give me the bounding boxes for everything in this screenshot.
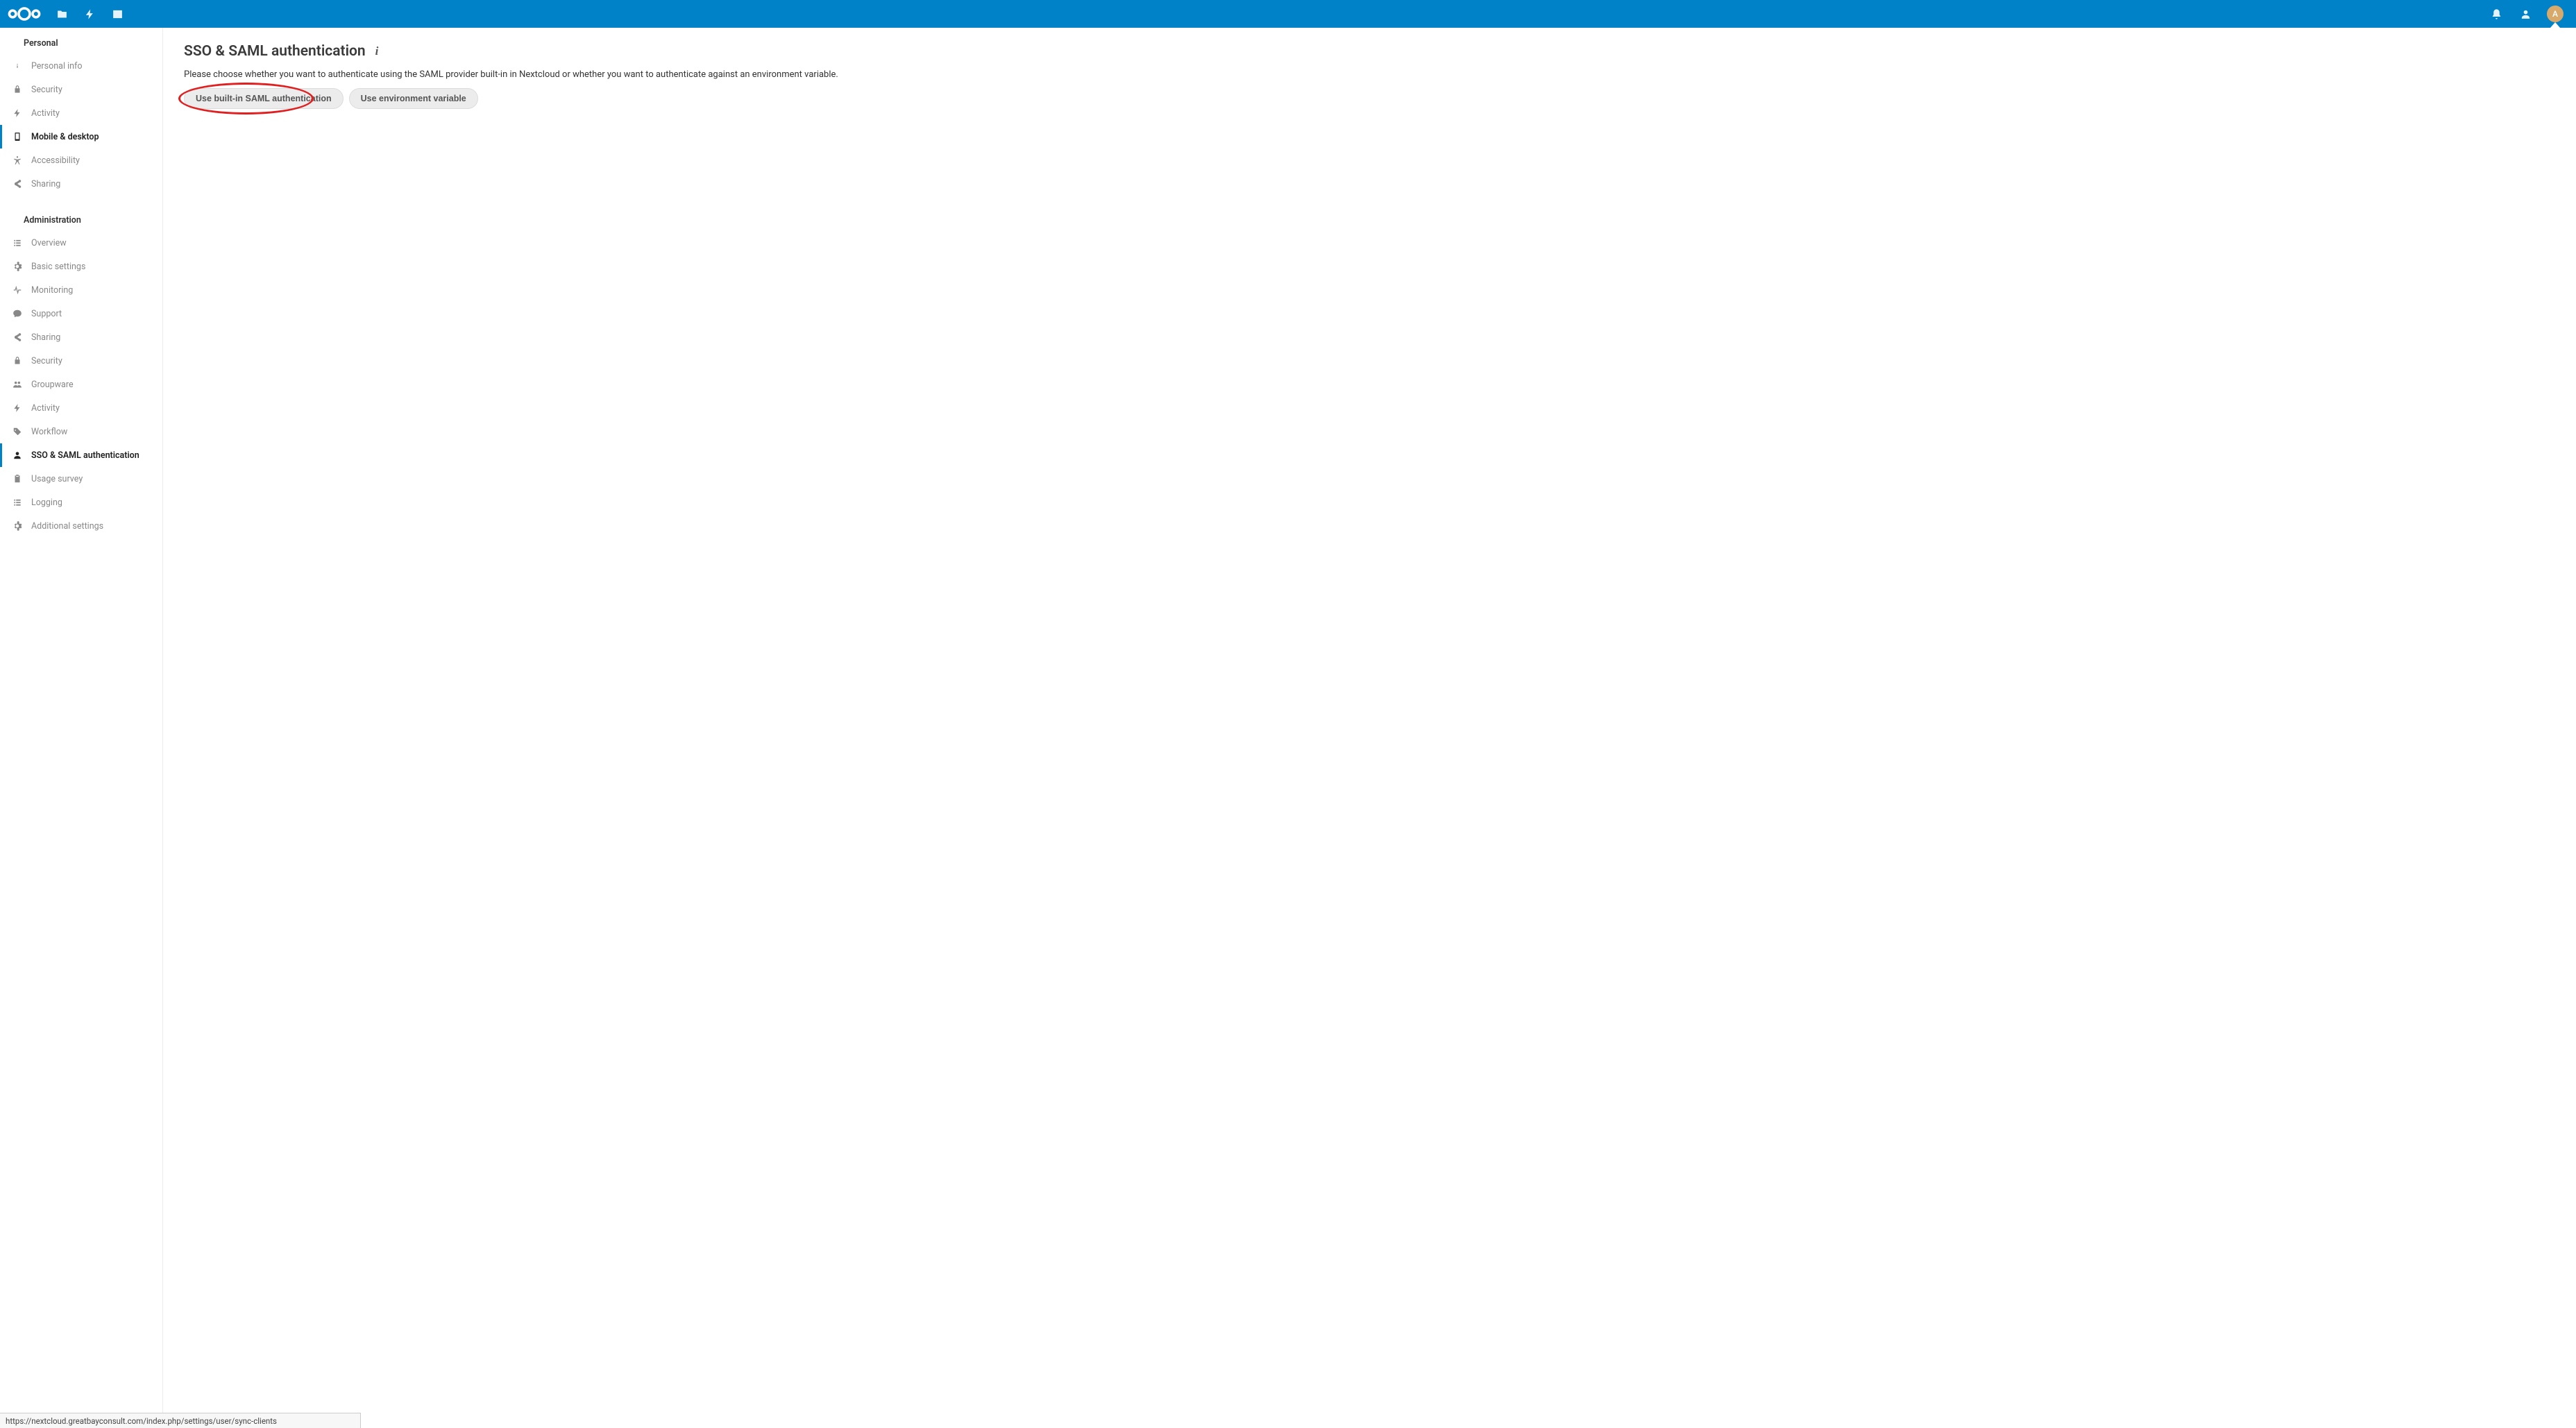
- sidebar-admin-activity[interactable]: Activity: [0, 396, 162, 420]
- content: SSO & SAML authentication i Please choos…: [163, 28, 2576, 1413]
- pulse-icon: [12, 284, 23, 296]
- sidebar-personal-sharing[interactable]: Sharing: [0, 172, 162, 196]
- sidebar-item-label: Sharing: [31, 179, 60, 189]
- sidebar-item-label: Accessibility: [31, 155, 80, 166]
- sidebar-item-label: Workflow: [31, 427, 67, 437]
- sidebar-item-label: Security: [31, 85, 62, 95]
- list-icon: [12, 497, 23, 508]
- phone-icon: [12, 131, 23, 142]
- info-icon[interactable]: i: [375, 44, 379, 58]
- sidebar-admin-additional-settings[interactable]: Additional settings: [0, 514, 162, 538]
- bolt-icon: [12, 402, 23, 414]
- sidebar-admin-sharing[interactable]: Sharing: [0, 325, 162, 349]
- sidebar-admin-groupware[interactable]: Groupware: [0, 373, 162, 396]
- use-env-variable-button[interactable]: Use environment variable: [349, 88, 478, 109]
- accessibility-icon: [12, 155, 23, 166]
- sidebar-item-label: Groupware: [31, 380, 74, 390]
- sidebar-admin-workflow[interactable]: Workflow: [0, 420, 162, 443]
- use-builtin-saml-button[interactable]: Use built-in SAML authentication: [184, 88, 344, 109]
- sidebar-item-label: Personal info: [31, 61, 83, 71]
- tag-icon: [12, 426, 23, 437]
- gear-icon: [12, 261, 23, 272]
- sidebar-item-label: Logging: [31, 498, 62, 508]
- sidebar-item-label: Mobile & desktop: [31, 132, 99, 142]
- sidebar-admin-basic-settings[interactable]: Basic settings: [0, 255, 162, 278]
- sidebar-personal-accessibility[interactable]: Accessibility: [0, 148, 162, 172]
- nextcloud-logo[interactable]: [7, 6, 42, 22]
- lock-icon: [12, 355, 23, 366]
- list-icon: [12, 237, 23, 248]
- lock-icon: [12, 84, 23, 95]
- clipboard-icon: [12, 473, 23, 484]
- sidebar-item-label: Support: [31, 309, 62, 319]
- contacts-icon[interactable]: [2518, 6, 2533, 22]
- main-layout: Personal Personal info Security Activity Mo…: [0, 28, 2576, 1413]
- sidebar-personal-activity[interactable]: Activity: [0, 101, 162, 125]
- sidebar-item-label: Monitoring: [31, 285, 73, 296]
- sidebar-spacer: [0, 196, 162, 208]
- notifications-icon[interactable]: [2489, 6, 2504, 22]
- sidebar: Personal Personal info Security Activity Mo…: [0, 28, 163, 1413]
- sidebar-admin-security[interactable]: Security: [0, 349, 162, 373]
- sidebar-admin-logging[interactable]: Logging: [0, 491, 162, 514]
- sidebar-personal-security[interactable]: Security: [0, 78, 162, 101]
- sidebar-admin-usage-survey[interactable]: Usage survey: [0, 467, 162, 491]
- chat-icon: [12, 308, 23, 319]
- sidebar-item-label: Sharing: [31, 332, 60, 343]
- statusbar-url: https://nextcloud.greatbayconsult.com/in…: [6, 1416, 277, 1426]
- users-icon: [12, 379, 23, 390]
- page-description: Please choose whether you want to authen…: [184, 69, 2555, 80]
- share-icon: [12, 178, 23, 189]
- info-icon: [12, 60, 23, 71]
- sidebar-item-label: Usage survey: [31, 474, 83, 484]
- sidebar-personal-personal-info[interactable]: Personal info: [0, 54, 162, 78]
- person-icon: [12, 450, 23, 461]
- page-title: SSO & SAML authentication: [184, 43, 366, 60]
- sidebar-admin-support[interactable]: Support: [0, 302, 162, 325]
- files-icon[interactable]: [54, 6, 69, 22]
- page-title-row: SSO & SAML authentication i: [184, 43, 2555, 60]
- sidebar-item-label: SSO & SAML authentication: [31, 450, 139, 461]
- sidebar-item-label: Overview: [31, 238, 67, 248]
- share-icon: [12, 332, 23, 343]
- sidebar-personal-mobile-desktop[interactable]: Mobile & desktop: [0, 125, 162, 148]
- sidebar-section-admin: Administration: [0, 208, 162, 231]
- sidebar-admin-monitoring[interactable]: Monitoring: [0, 278, 162, 302]
- gear-icon: [12, 520, 23, 532]
- sidebar-admin-overview[interactable]: Overview: [0, 231, 162, 255]
- sidebar-section-personal: Personal: [0, 31, 162, 54]
- bolt-icon: [12, 108, 23, 119]
- avatar[interactable]: A: [2547, 6, 2564, 22]
- sidebar-item-label: Additional settings: [31, 521, 103, 532]
- sidebar-admin-sso-saml-authentication[interactable]: SSO & SAML authentication: [0, 443, 162, 467]
- topbar-left: [7, 6, 125, 22]
- sidebar-item-label: Security: [31, 356, 62, 366]
- topbar-right: A: [2489, 6, 2569, 22]
- avatar-letter: A: [2552, 9, 2558, 19]
- activity-icon[interactable]: [82, 6, 97, 22]
- button-row: Use built-in SAML authentication Use env…: [184, 88, 2555, 109]
- topbar: A: [0, 0, 2576, 28]
- sidebar-item-label: Activity: [31, 403, 60, 414]
- sidebar-item-label: Basic settings: [31, 262, 85, 272]
- statusbar: https://nextcloud.greatbayconsult.com/in…: [0, 1413, 361, 1428]
- sidebar-item-label: Activity: [31, 108, 60, 119]
- avatar-menu-pointer: [2550, 22, 2560, 28]
- gallery-icon[interactable]: [110, 6, 125, 22]
